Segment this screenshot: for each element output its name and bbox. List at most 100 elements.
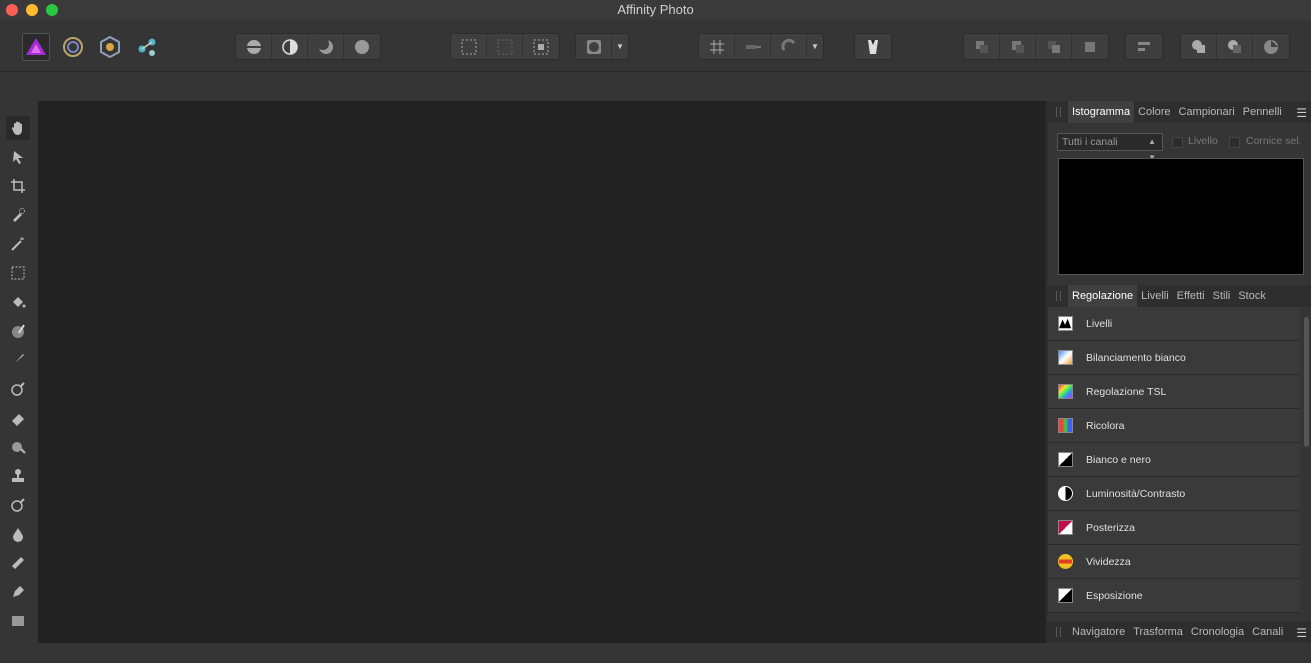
tab-trasforma[interactable]: Trasforma bbox=[1129, 621, 1187, 643]
move-to-back-icon bbox=[975, 40, 988, 53]
tab-livelli[interactable]: Livelli bbox=[1137, 285, 1173, 307]
liquify-persona-button[interactable] bbox=[59, 33, 87, 61]
adjustment-list: Livelli Bilanciamento bianco Regolazione… bbox=[1048, 307, 1300, 613]
panel-menu-icon[interactable]: ☰ bbox=[1296, 626, 1307, 640]
adjustment-item-exposure[interactable]: Esposizione bbox=[1048, 579, 1300, 613]
photo-persona-button[interactable] bbox=[22, 33, 50, 61]
blur-tool[interactable] bbox=[6, 435, 30, 459]
adjustment-item-vibrance[interactable]: Vividezza bbox=[1048, 545, 1300, 579]
document-canvas[interactable] bbox=[38, 101, 1046, 643]
snapping-button[interactable] bbox=[735, 34, 771, 59]
red-eye-tool[interactable] bbox=[6, 493, 30, 517]
tab-canali[interactable]: Canali bbox=[1248, 621, 1287, 643]
adjustment-item-posterize[interactable]: Posterizza bbox=[1048, 511, 1300, 545]
context-toolbar bbox=[0, 72, 1311, 101]
smudge-tool[interactable] bbox=[6, 522, 30, 546]
auto-white-balance-button[interactable] bbox=[344, 34, 380, 59]
drop-icon bbox=[13, 528, 23, 542]
selection-brush-icon bbox=[13, 208, 25, 222]
selection-brush-tool[interactable] bbox=[6, 203, 30, 227]
develop-persona-button[interactable] bbox=[96, 33, 124, 61]
develop-persona-icon bbox=[100, 36, 120, 58]
auto-contrast-icon bbox=[281, 38, 298, 55]
magnet-icon bbox=[780, 38, 795, 51]
move-tool[interactable] bbox=[6, 145, 30, 169]
tab-pennelli[interactable]: Pennelli bbox=[1239, 101, 1286, 123]
adjustment-item-white-balance[interactable]: Bilanciamento bianco bbox=[1048, 341, 1300, 375]
tab-navigatore[interactable]: Navigatore bbox=[1068, 621, 1129, 643]
white-balance-icon bbox=[1058, 350, 1073, 365]
boolean-add-icon bbox=[1191, 39, 1205, 53]
adjustment-label: Esposizione bbox=[1086, 589, 1143, 602]
dodge-tool[interactable] bbox=[6, 377, 30, 401]
channel-select[interactable]: Tutti i canali ▲▼ bbox=[1057, 133, 1163, 162]
intersect-button[interactable] bbox=[1253, 34, 1289, 59]
adjustment-label: Posterizza bbox=[1086, 521, 1136, 534]
auto-levels-button[interactable] bbox=[236, 34, 272, 59]
select-all-button[interactable] bbox=[451, 34, 487, 59]
move-back-button[interactable] bbox=[1000, 34, 1036, 59]
snapping-dropdown[interactable]: ▼ bbox=[807, 34, 823, 59]
adjustment-label: Ricolora bbox=[1086, 419, 1125, 432]
marquee-checkbox[interactable] bbox=[1229, 137, 1240, 148]
layer-checkbox[interactable] bbox=[1172, 137, 1183, 148]
panel-menu-icon[interactable]: ☰ bbox=[1296, 106, 1307, 120]
posterize-icon bbox=[1058, 520, 1073, 535]
tab-colore[interactable]: Colore bbox=[1134, 101, 1174, 123]
brush-tool[interactable] bbox=[6, 348, 30, 372]
adjustment-item-recolor[interactable]: Ricolora bbox=[1048, 409, 1300, 443]
adjustment-label: Regolazione TSL bbox=[1086, 385, 1167, 398]
move-forward-button[interactable] bbox=[1036, 34, 1072, 59]
deselect-button[interactable] bbox=[487, 34, 523, 59]
adjustment-scrollbar[interactable] bbox=[1304, 317, 1309, 447]
panel-grip[interactable] bbox=[1056, 627, 1061, 637]
eraser-tool[interactable] bbox=[6, 406, 30, 430]
add-button[interactable] bbox=[1181, 34, 1217, 59]
grid-button[interactable] bbox=[699, 34, 735, 59]
auto-colors-button[interactable] bbox=[308, 34, 344, 59]
maximize-window-button[interactable] bbox=[46, 4, 58, 16]
move-to-front-button[interactable] bbox=[1072, 34, 1108, 59]
tab-stock[interactable]: Stock bbox=[1234, 285, 1270, 307]
tab-effetti[interactable]: Effetti bbox=[1173, 285, 1209, 307]
adjustment-item-levels[interactable]: Livelli bbox=[1048, 307, 1300, 341]
tab-regolazione[interactable]: Regolazione bbox=[1068, 285, 1138, 307]
adjustment-item-brightness-contrast[interactable]: Luminosità/Contrasto bbox=[1048, 477, 1300, 511]
snapping-manager-button[interactable] bbox=[771, 34, 807, 59]
subtract-button[interactable] bbox=[1217, 34, 1253, 59]
auto-contrast-button[interactable] bbox=[272, 34, 308, 59]
panel-grip[interactable] bbox=[1056, 107, 1061, 117]
healing-tool[interactable] bbox=[6, 551, 30, 575]
quick-mask-dropdown[interactable]: ▼ bbox=[612, 34, 628, 59]
recolor-icon bbox=[1058, 418, 1073, 433]
paint-brush-tool[interactable] bbox=[6, 319, 30, 343]
hand-icon bbox=[11, 121, 22, 135]
close-window-button[interactable] bbox=[6, 4, 18, 16]
rectangle-tool[interactable] bbox=[6, 609, 30, 633]
assistant-button[interactable] bbox=[855, 34, 891, 59]
pointer-icon bbox=[13, 151, 23, 164]
navigator-panel: Navigatore Trasforma Cronologia Canali ☰ bbox=[1047, 621, 1311, 643]
flood-select-tool[interactable] bbox=[6, 232, 30, 256]
clone-tool[interactable] bbox=[6, 464, 30, 488]
crop-tool[interactable] bbox=[6, 174, 30, 198]
export-persona-button[interactable] bbox=[133, 33, 161, 61]
quick-mask-button[interactable] bbox=[576, 34, 612, 59]
align-button[interactable] bbox=[1126, 34, 1162, 59]
tab-cronologia[interactable]: Cronologia bbox=[1187, 621, 1248, 643]
exposure-icon bbox=[1058, 588, 1073, 603]
panel-grip[interactable] bbox=[1056, 291, 1061, 301]
marquee-tool[interactable] bbox=[6, 261, 30, 285]
adjustment-item-black-white[interactable]: Bianco e nero bbox=[1048, 443, 1300, 477]
minimize-window-button[interactable] bbox=[26, 4, 38, 16]
move-to-back-button[interactable] bbox=[964, 34, 1000, 59]
view-tool[interactable] bbox=[6, 116, 30, 140]
fill-tool[interactable] bbox=[6, 290, 30, 314]
invert-selection-button[interactable] bbox=[523, 34, 559, 59]
pen-tool[interactable] bbox=[6, 580, 30, 604]
tab-campionari[interactable]: Campionari bbox=[1174, 101, 1238, 123]
adjustment-item-hsl[interactable]: Regolazione TSL bbox=[1048, 375, 1300, 409]
tab-stili[interactable]: Stili bbox=[1209, 285, 1235, 307]
tab-istogramma[interactable]: Istogramma bbox=[1068, 101, 1135, 123]
arrange-group bbox=[963, 33, 1109, 60]
